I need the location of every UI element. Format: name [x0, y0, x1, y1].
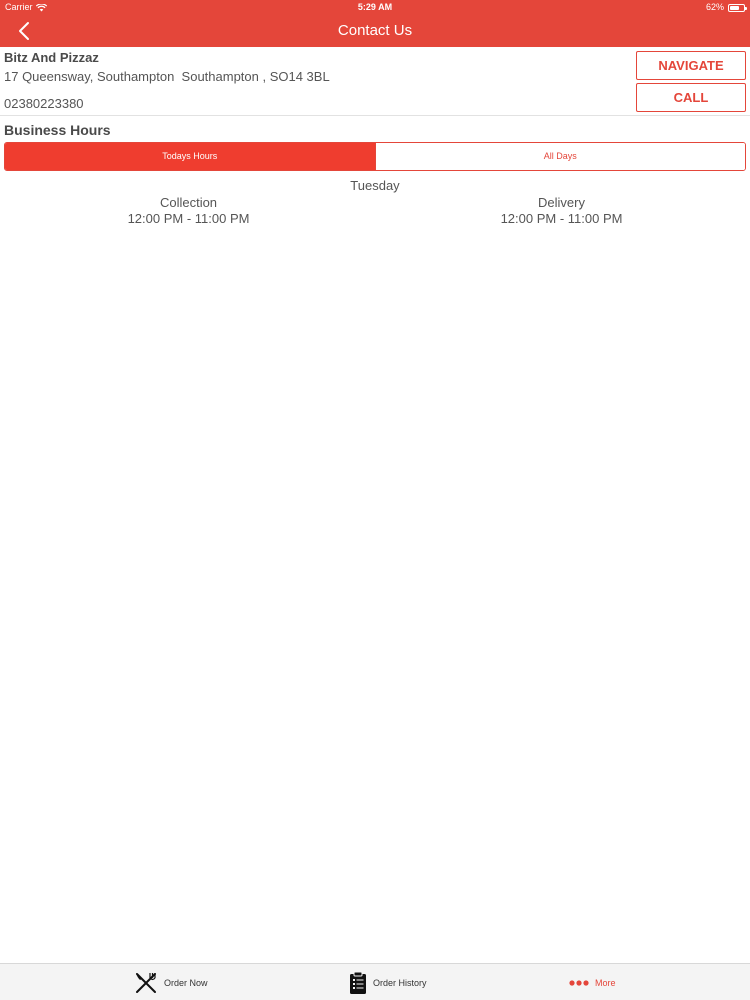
service-type-label: Delivery	[538, 195, 585, 210]
fork-knife-icon	[136, 972, 156, 993]
service-type-label: Collection	[159, 195, 218, 210]
status-time: 5:29 AM	[357, 2, 393, 12]
delivery-hours: Delivery 12:00 PM - 11:00 PM	[374, 195, 749, 227]
tab-all-days[interactable]: All Days	[374, 143, 745, 170]
top-bar: Carrier 5:29 AM 62% Contact Us	[0, 0, 750, 47]
contact-us-screen: Carrier 5:29 AM 62% Contact Us Bitz And …	[0, 0, 750, 1000]
status-bar: Carrier 5:29 AM 62%	[0, 0, 750, 15]
tab-order-now[interactable]: Order Now	[134, 964, 208, 1000]
call-button[interactable]: CALL	[636, 83, 746, 112]
nav-bar: Contact Us	[0, 15, 750, 47]
business-address: 17 Queensway, Southampton Southampton , …	[4, 69, 330, 84]
tab-label: Order History	[373, 977, 427, 988]
tab-todays-hours[interactable]: Todays Hours	[5, 143, 375, 170]
page-title: Contact Us	[337, 22, 413, 39]
battery-icon	[728, 3, 747, 12]
service-time-label: 12:00 PM - 11:00 PM	[500, 211, 623, 226]
tab-label: Order Now	[164, 977, 208, 988]
status-battery: 62%	[705, 0, 747, 15]
service-time-label: 12:00 PM - 11:00 PM	[127, 211, 250, 226]
day-label: Tuesday	[350, 178, 400, 193]
business-phone: 02380223380	[4, 96, 84, 111]
tab-order-history[interactable]: Order History	[349, 964, 427, 1000]
tab-more[interactable]: More	[569, 964, 616, 1000]
business-name: Bitz And Pizzaz	[4, 50, 99, 65]
tab-label: More	[595, 977, 616, 988]
battery-percent: 62%	[705, 2, 724, 12]
bottom-tab-bar: Order Now Order History More	[0, 963, 750, 1000]
collection-hours: Collection 12:00 PM - 11:00 PM	[1, 195, 376, 227]
clipboard-icon	[350, 971, 366, 994]
more-dots-icon	[569, 979, 589, 986]
navigate-button[interactable]: NAVIGATE	[636, 51, 746, 80]
hours-segmented-control: Todays Hours All Days	[4, 142, 746, 171]
business-hours-title: Business Hours	[4, 122, 111, 138]
